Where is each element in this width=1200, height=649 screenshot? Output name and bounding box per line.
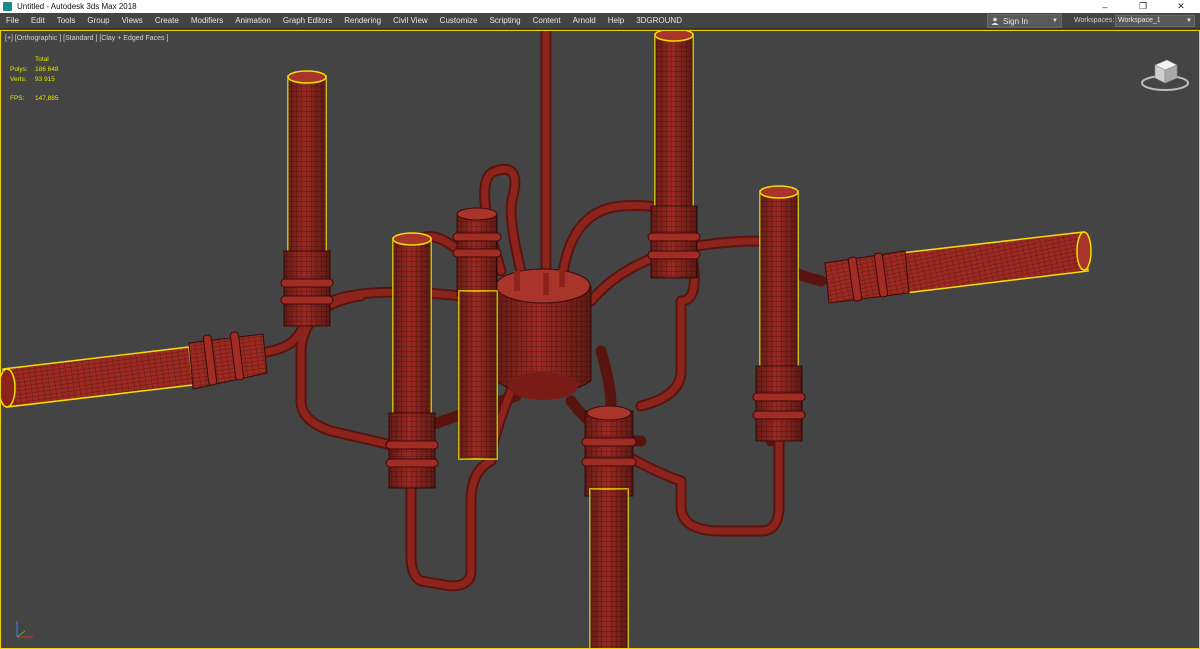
stats-total-label: Total [35,56,49,63]
menu-arnold[interactable]: Arnold [567,13,602,29]
window-title: Untitled - Autodesk 3ds Max 2018 [17,2,137,11]
workspace-select[interactable]: Workspace_1 ▼ [1115,15,1195,27]
fps-label: FPS: [10,95,25,102]
menu-file[interactable]: File [0,13,25,29]
verts-label: Verts: [10,76,27,83]
title-bar: Untitled - Autodesk 3ds Max 2018 – ❐ ✕ [0,0,1200,13]
sign-in-button[interactable]: Sign In ▼ [987,14,1062,28]
menu-modifiers[interactable]: Modifiers [185,13,229,29]
stats-polys-row: Polys: 186 648 [10,65,59,75]
menu-edit[interactable]: Edit [25,13,51,29]
stats-fps-row: FPS: 147,885 [10,94,59,104]
menu-3dground[interactable]: 3DGROUND [630,13,688,29]
menu-create[interactable]: Create [149,13,185,29]
close-button[interactable]: ✕ [1162,0,1200,13]
workspaces-label: Workspaces: [1074,17,1115,24]
menu-group[interactable]: Group [81,13,115,29]
3ds-max-window: Untitled - Autodesk 3ds Max 2018 – ❐ ✕ F… [0,0,1200,649]
axis-tripod-icon [16,621,33,638]
sign-in-label: Sign In [1003,16,1028,26]
polys-value: 186 648 [35,66,59,73]
window-controls: – ❐ ✕ [1086,0,1200,13]
3dsmax-app-icon [3,2,12,11]
stats-verts-row: Verts: 93 915 [10,75,59,85]
menu-graph-editors[interactable]: Graph Editors [277,13,338,29]
user-icon [991,17,999,25]
viewport-label[interactable]: [+] [Orthographic ] [Standard ] [Clay + … [5,35,168,42]
polys-label: Polys: [10,66,28,73]
menu-rendering[interactable]: Rendering [338,13,387,29]
menu-civil-view[interactable]: Civil View [387,13,434,29]
workspace-value: Workspace_1 [1118,17,1161,24]
menu-bar: File Edit Tools Group Views Create Modif… [0,13,1200,29]
menu-animation[interactable]: Animation [229,13,277,29]
scene-render[interactable] [1,31,1200,649]
dropdown-arrow-icon: ▼ [1052,18,1058,24]
restore-button[interactable]: ❐ [1124,0,1162,13]
menu-content[interactable]: Content [527,13,567,29]
menu-help[interactable]: Help [602,13,630,29]
scene-statistics: Total Polys: 186 648 Verts: 93 915 FPS: … [10,55,59,104]
central-hub [495,268,592,400]
menu-tools[interactable]: Tools [51,13,82,29]
perspective-viewport[interactable]: [+] [Orthographic ] [Standard ] [Clay + … [0,30,1200,649]
menu-views[interactable]: Views [116,13,149,29]
fps-value: 147,885 [35,95,59,102]
dropdown-arrow-icon: ▼ [1186,18,1192,24]
menu-customize[interactable]: Customize [434,13,484,29]
viewcube-icon[interactable] [1139,53,1191,93]
menu-scripting[interactable]: Scripting [483,13,526,29]
verts-value: 93 915 [35,76,55,83]
minimize-button[interactable]: – [1086,0,1124,13]
